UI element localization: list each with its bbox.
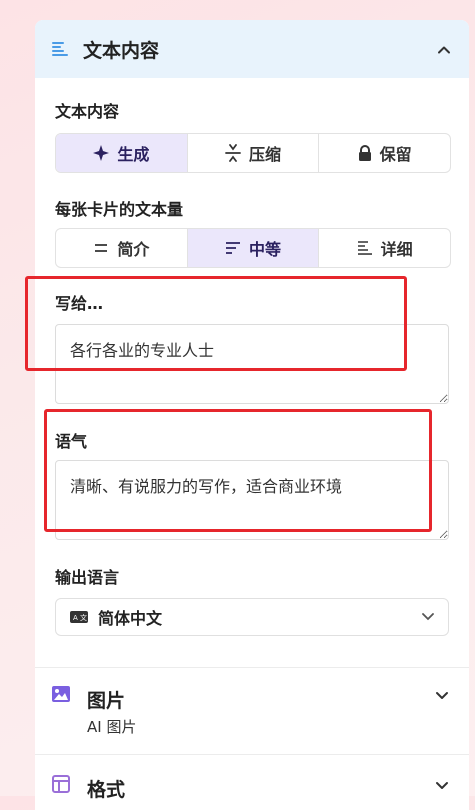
detailed-lines-icon xyxy=(357,241,372,255)
layout-icon xyxy=(52,775,70,793)
sparkle-icon xyxy=(93,145,110,161)
preserve-label: 保留 xyxy=(379,145,412,164)
lock-icon xyxy=(358,144,371,161)
content-mode-selector: 生成 压缩 保留 xyxy=(55,133,451,173)
compress-icon xyxy=(225,144,241,162)
audience-highlight-box xyxy=(25,276,407,371)
image-section-header[interactable]: 图片 AI 图片 xyxy=(35,668,469,754)
detailed-option[interactable]: 详细 xyxy=(319,229,450,267)
medium-label: 中等 xyxy=(249,240,282,259)
image-icon xyxy=(52,686,70,702)
chevron-down-icon[interactable] xyxy=(435,691,449,700)
chevron-up-icon[interactable] xyxy=(437,40,451,59)
tone-highlight-box xyxy=(44,409,432,532)
format-section-title: 格式 xyxy=(87,779,126,801)
content-label: 文本内容 xyxy=(55,102,120,121)
medium-lines-icon xyxy=(226,242,240,254)
format-section-header[interactable]: 格式 xyxy=(35,755,469,810)
preserve-option[interactable]: 保留 xyxy=(319,134,450,172)
svg-text:A: A xyxy=(73,614,78,622)
detailed-label: 详细 xyxy=(380,240,413,259)
image-section-subtitle: AI 图片 xyxy=(87,718,137,736)
svg-text:文: 文 xyxy=(80,613,87,622)
text-amount-selector: 简介 中等 详细 xyxy=(55,228,451,268)
language-select[interactable]: A文 简体中文 xyxy=(55,598,449,636)
generate-option[interactable]: 生成 xyxy=(56,134,188,172)
chevron-down-icon xyxy=(422,613,434,621)
chevron-down-icon[interactable] xyxy=(435,781,449,790)
image-section-title: 图片 xyxy=(87,690,126,712)
amount-label: 每张卡片的文本量 xyxy=(55,200,184,219)
brief-option[interactable]: 简介 xyxy=(56,229,188,267)
brief-label: 简介 xyxy=(117,240,150,259)
compress-label: 压缩 xyxy=(249,145,282,164)
language-label: 输出语言 xyxy=(55,568,120,587)
language-value: 简体中文 xyxy=(98,609,163,628)
translate-icon: A文 xyxy=(70,611,88,623)
section-title: 文本内容 xyxy=(83,39,160,62)
text-content-section-header[interactable]: 文本内容 xyxy=(35,20,469,78)
brief-lines-icon xyxy=(95,244,108,252)
compress-option[interactable]: 压缩 xyxy=(188,134,320,172)
medium-option[interactable]: 中等 xyxy=(187,229,320,267)
text-lines-icon xyxy=(51,40,69,58)
generate-label: 生成 xyxy=(117,145,150,164)
